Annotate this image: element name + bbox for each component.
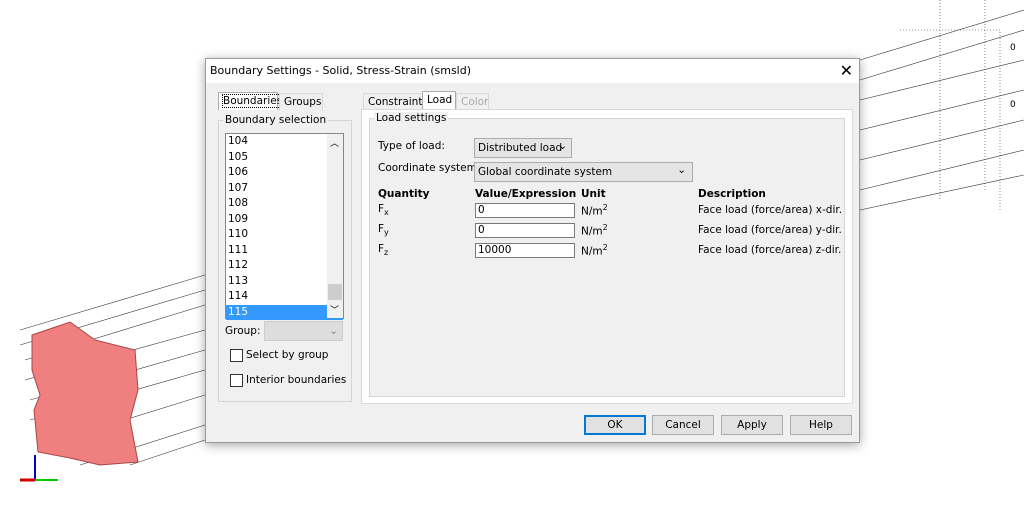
unit-exponent: 2 [602, 223, 608, 232]
list-items: 104 105 106 107 108 109 110 111 112 113 114 115 [226, 134, 343, 320]
quantity-subscript: z [384, 248, 389, 258]
select-by-group-checkbox[interactable] [230, 349, 243, 362]
load-settings-group [369, 118, 845, 397]
list-item[interactable]: 105 [226, 150, 343, 166]
chevron-down-icon: ⌄ [677, 164, 686, 176]
header-value: Value/Expression [475, 188, 577, 200]
chevron-down-icon: ⌄ [558, 140, 567, 152]
group-select[interactable]: ⌄ [264, 321, 343, 341]
scroll-down-icon[interactable]: ﹀ [330, 303, 339, 316]
quantity-label: Fz [378, 243, 388, 257]
list-item[interactable]: 112 [226, 258, 343, 274]
list-item[interactable]: 113 [226, 274, 343, 290]
boundary-settings-dialog: Boundary Settings - Solid, Stress-Strain… [205, 58, 860, 443]
help-button[interactable]: Help [790, 415, 852, 435]
axis-label: 0 [1010, 43, 1016, 53]
scrollbar[interactable]: ︿ ﹀ [327, 134, 343, 318]
type-of-load-label: Type of load: [378, 140, 445, 152]
tab-label: Constraint [368, 96, 423, 108]
list-item[interactable]: 114 [226, 289, 343, 305]
scroll-thumb[interactable] [328, 284, 342, 300]
unit-exponent: 2 [602, 203, 608, 212]
title-bar[interactable]: Boundary Settings - Solid, Stress-Strain… [206, 59, 859, 83]
quantity-label: Fy [378, 223, 389, 237]
value-input[interactable]: 0 [475, 203, 575, 218]
unit-text: N/m [581, 205, 603, 218]
close-icon[interactable]: ✕ [840, 61, 853, 80]
highlighted-face [31, 321, 139, 466]
scroll-up-icon[interactable]: ︿ [330, 136, 339, 149]
unit-label: N/m2 [581, 223, 608, 238]
list-item[interactable]: 115 [226, 304, 343, 320]
coordinate-system-label: Coordinate system: [378, 162, 481, 174]
header-unit: Unit [581, 188, 606, 200]
coordinate-system-select[interactable]: Global coordinate system ⌄ [474, 162, 693, 182]
ok-button[interactable]: OK [584, 415, 646, 435]
header-quantity: Quantity [378, 188, 430, 200]
axis-label: 0 [1010, 100, 1016, 110]
header-description: Description [698, 188, 766, 200]
group-title: Load settings [374, 112, 449, 124]
tab-label: Groups [284, 96, 322, 108]
type-of-load-select[interactable]: Distributed load ⌄ [474, 138, 572, 158]
select-by-group-label: Select by group [246, 349, 329, 361]
unit-label: N/m2 [581, 243, 608, 258]
list-item[interactable]: 104 [226, 134, 343, 150]
description-text: Face load (force/area) y-dir. [698, 224, 842, 236]
unit-text: N/m [581, 245, 603, 258]
apply-button[interactable]: Apply [721, 415, 783, 435]
tab-groups[interactable]: Groups [279, 93, 323, 111]
list-item[interactable]: 110 [226, 227, 343, 243]
quantity-subscript: y [384, 228, 389, 238]
group-label: Group: [225, 325, 261, 337]
boundary-listbox[interactable]: 104 105 106 107 108 109 110 111 112 113 114 115 ︿ ﹀ [225, 133, 344, 320]
cancel-button[interactable]: Cancel [652, 415, 714, 435]
tab-load[interactable]: Load [422, 91, 456, 111]
interior-boundaries-checkbox[interactable] [230, 374, 243, 387]
quantity-subscript: x [384, 208, 389, 218]
description-text: Face load (force/area) z-dir. [698, 244, 842, 256]
unit-label: N/m2 [581, 203, 608, 218]
axis-triad-icon [20, 455, 58, 482]
tab-label: Load [427, 94, 453, 106]
coord-value: Global coordinate system [478, 166, 613, 178]
tab-label: Color [461, 96, 489, 108]
tab-boundaries[interactable]: Boundaries [218, 92, 284, 110]
tab-panel: Load settings Type of load: Distributed … [361, 109, 853, 404]
tab-label: Boundaries [221, 94, 284, 108]
chevron-down-icon: ⌄ [329, 325, 338, 337]
list-item[interactable]: 109 [226, 212, 343, 228]
type-value: Distributed load [478, 142, 563, 154]
list-item[interactable]: 106 [226, 165, 343, 181]
unit-text: N/m [581, 225, 603, 238]
list-item[interactable]: 108 [226, 196, 343, 212]
value-input[interactable]: 0 [475, 223, 575, 238]
list-item[interactable]: 111 [226, 243, 343, 259]
dialog-title: Boundary Settings - Solid, Stress-Strain… [210, 64, 472, 77]
value-input[interactable]: 10000 [475, 243, 575, 258]
interior-boundaries-label: Interior boundaries [246, 374, 347, 386]
description-text: Face load (force/area) x-dir. [698, 204, 843, 216]
list-item[interactable]: 107 [226, 181, 343, 197]
unit-exponent: 2 [602, 243, 608, 252]
quantity-label: Fx [378, 203, 389, 217]
group-title: Boundary selection [223, 114, 329, 126]
